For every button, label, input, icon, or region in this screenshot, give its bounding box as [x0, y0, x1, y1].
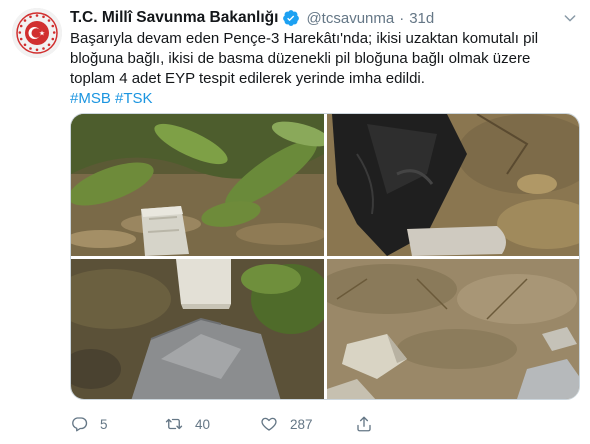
like-count: 287	[290, 416, 313, 432]
tweet-header: T.C. Millî Savunma Bakanlığı @tcsavunma …	[70, 8, 434, 28]
photo-4[interactable]	[327, 259, 579, 399]
tweet-actions: 5 40 287	[70, 412, 580, 436]
media-grid	[70, 113, 580, 400]
like-button[interactable]: 287	[260, 412, 313, 436]
tweet-text-line: bloğuna bağlı, ikisi de basma düzenekli …	[70, 50, 531, 67]
hashtags: #MSB #TSK	[70, 89, 153, 109]
photo-2[interactable]	[327, 114, 579, 256]
share-button[interactable]	[355, 412, 373, 436]
heart-icon	[261, 417, 277, 431]
reply-count: 5	[100, 416, 108, 432]
reply-icon	[72, 417, 88, 432]
user-handle[interactable]: @tcsavunma	[306, 10, 394, 27]
ministry-logo	[12, 8, 62, 58]
tweet-text-line: toplam 4 adet EYP tespit edilerek yerind…	[70, 70, 425, 87]
photo-3[interactable]	[71, 259, 324, 399]
retweet-button[interactable]: 40	[165, 412, 210, 436]
separator-dot: ·	[399, 9, 405, 27]
reply-button[interactable]: 5	[70, 412, 108, 436]
hashtag-msb[interactable]: #MSB	[70, 90, 111, 107]
avatar[interactable]	[12, 8, 62, 58]
share-icon	[357, 416, 371, 432]
tweet-timestamp[interactable]: 31d	[409, 10, 434, 27]
photo-1[interactable]	[71, 114, 324, 256]
tweet[interactable]: T.C. Millî Savunma Bakanlığı @tcsavunma …	[0, 0, 590, 444]
verified-badge-icon	[282, 9, 300, 27]
tweet-text: Başarıyla devam eden Pençe-3 Harekâtı'nd…	[70, 29, 580, 89]
hashtag-tsk[interactable]: #TSK	[115, 90, 153, 107]
retweet-icon	[165, 418, 183, 430]
display-name[interactable]: T.C. Millî Savunma Bakanlığı	[70, 9, 278, 27]
tweet-text-line: Başarıyla devam eden Pençe-3 Harekâtı'nd…	[70, 30, 539, 47]
chevron-down-icon[interactable]	[562, 10, 578, 26]
retweet-count: 40	[195, 416, 211, 432]
